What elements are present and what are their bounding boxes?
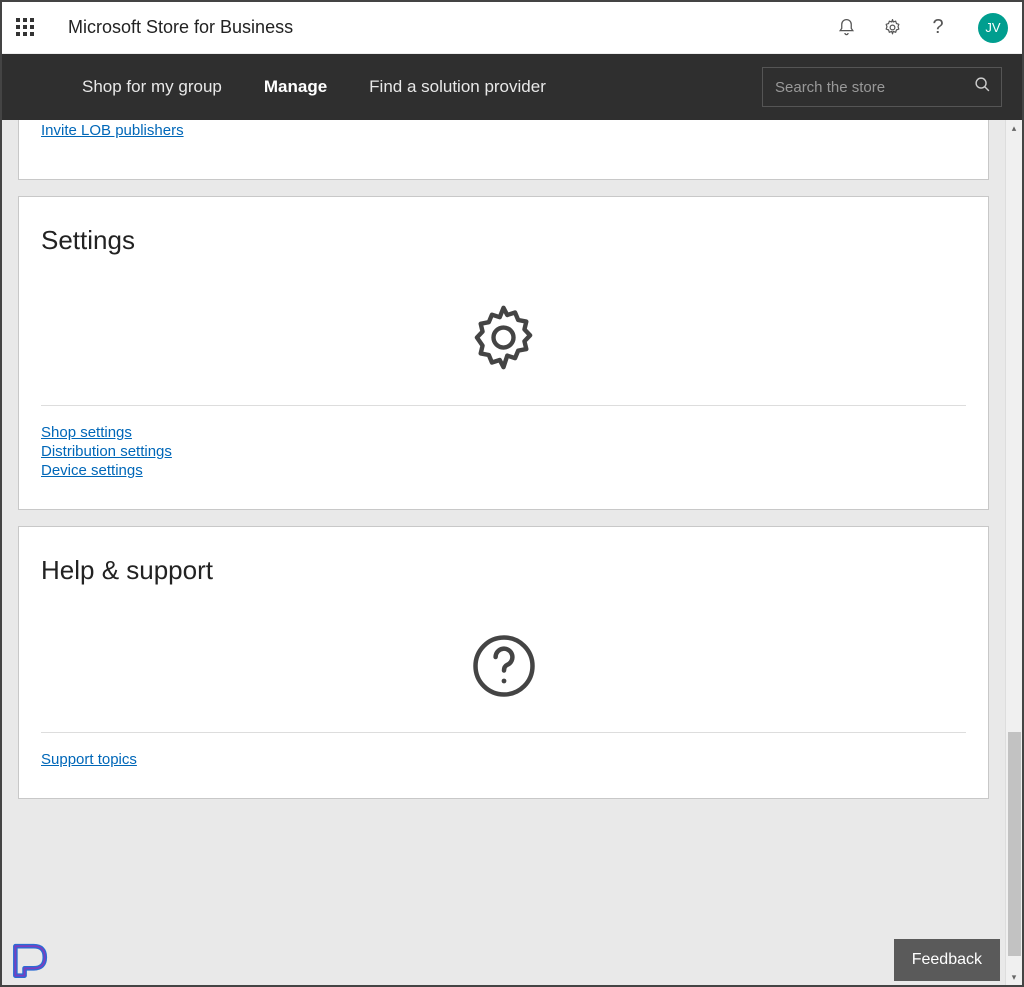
top-header: Microsoft Store for Business ? JV (2, 2, 1022, 54)
card-lob: Invite LOB publishers (18, 120, 989, 180)
notifications-icon[interactable] (836, 18, 856, 38)
brand-title: Microsoft Store for Business (68, 17, 293, 38)
search-input[interactable] (775, 79, 974, 96)
gear-icon (41, 264, 966, 405)
settings-gear-icon[interactable] (882, 18, 902, 38)
link-device-settings[interactable]: Device settings (41, 462, 143, 479)
app-launcher-icon[interactable] (16, 18, 36, 38)
question-circle-icon (41, 594, 966, 732)
scroll-up-icon[interactable]: ▴ (1006, 120, 1022, 136)
nav-shop[interactable]: Shop for my group (82, 77, 222, 97)
scroll-down-icon[interactable]: ▾ (1006, 969, 1022, 985)
link-shop-settings[interactable]: Shop settings (41, 424, 132, 441)
content-area: Invite LOB publishers Settings Shop sett… (2, 120, 1005, 985)
scrollbar[interactable]: ▴ ▾ (1005, 120, 1022, 985)
nav-manage[interactable]: Manage (264, 77, 327, 97)
nav-solution-provider[interactable]: Find a solution provider (369, 77, 546, 97)
search-icon[interactable] (974, 76, 991, 98)
feedback-button[interactable]: Feedback (894, 939, 1000, 981)
help-icon[interactable]: ? (928, 18, 948, 38)
avatar[interactable]: JV (978, 13, 1008, 43)
settings-title: Settings (41, 197, 966, 264)
link-distribution-settings[interactable]: Distribution settings (41, 443, 172, 460)
help-title: Help & support (41, 527, 966, 594)
link-support-topics[interactable]: Support topics (41, 751, 137, 768)
nav-bar: Shop for my group Manage Find a solution… (2, 54, 1022, 120)
card-settings: Settings Shop settings Distribution sett… (18, 196, 989, 510)
search-box[interactable] (762, 67, 1002, 107)
link-invite-lob[interactable]: Invite LOB publishers (41, 122, 184, 139)
card-help: Help & support Support topics (18, 526, 989, 799)
scroll-thumb[interactable] (1008, 732, 1021, 956)
